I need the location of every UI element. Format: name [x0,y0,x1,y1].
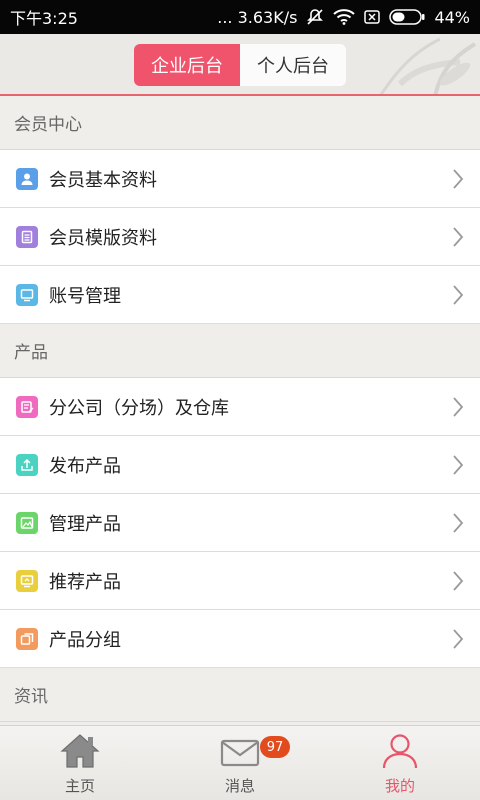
tab-me[interactable]: 我的 [320,726,480,800]
tab-enterprise-backend[interactable]: 企业后台 [134,44,240,86]
document-icon [16,225,38,248]
list-item-manage-products[interactable]: 管理产品 [0,494,480,552]
battery-level: 44% [434,7,470,27]
list-item-publish-product[interactable]: 发布产品 [0,436,480,494]
mute-icon [306,8,324,26]
status-indicators: ... 3.63K/s 44% [217,8,470,27]
chevron-right-icon [453,397,464,417]
chevron-right-icon [453,455,464,475]
network-speed: ... 3.63K/s [217,7,298,27]
wifi-icon [333,9,356,25]
unread-badge: 97 [260,736,290,758]
list-item-label: 产品分组 [49,629,121,651]
battery-icon [389,9,425,25]
header: 企业后台 个人后台 [0,34,480,96]
list-item-branches-warehouse[interactable]: 分公司（分场）及仓库 [0,378,480,436]
edit-icon [16,395,38,418]
list-item-label: 会员模版资料 [49,227,157,249]
list-item-label: 会员基本资料 [49,169,157,191]
sim-off-icon [364,9,381,25]
person-icon [382,734,418,769]
mail-icon [220,739,260,767]
chevron-right-icon [453,285,464,305]
user-icon [16,167,38,190]
list-item-label: 推荐产品 [49,571,121,593]
monitor-icon [16,283,38,306]
status-time: 下午3:25 [10,9,78,28]
list-item-member-basic-info[interactable]: 会员基本资料 [0,150,480,208]
list-item-member-template-info[interactable]: 会员模版资料 [0,208,480,266]
chevron-right-icon [453,629,464,649]
list-item-label: 管理产品 [49,513,121,535]
list-item-product-groups[interactable]: 产品分组 [0,610,480,668]
bottom-tab-bar: 主页 消息 97 我的 [0,725,480,800]
list-item-label: 发布产品 [49,455,121,477]
chevron-right-icon [453,169,464,189]
chevron-right-icon [453,513,464,533]
chevron-right-icon [453,227,464,247]
copy-icon [16,627,38,650]
list-item-label: 分公司（分场）及仓库 [49,397,229,419]
menu-list: 会员中心 会员基本资料 会员模版资料 账号管理 产品 分公司（分场）及仓库 发布 [0,96,480,725]
status-bar: 下午3:25 ... 3.63K/s 44% [0,0,480,34]
chevron-right-icon [453,571,464,591]
image-icon [16,511,38,534]
home-icon [60,734,100,768]
list-item-recommend-products[interactable]: 推荐产品 [0,552,480,610]
tab-home-label: 主页 [64,777,95,795]
monitor-up-icon [16,569,38,592]
section-header-member: 会员中心 [0,96,480,150]
upload-icon [16,453,38,476]
list-item-account-management[interactable]: 账号管理 [0,266,480,324]
tab-me-label: 我的 [384,777,415,795]
tab-personal-backend[interactable]: 个人后台 [240,44,346,86]
list-item-label: 账号管理 [49,285,121,307]
section-header-products: 产品 [0,324,480,378]
backend-switch: 企业后台 个人后台 [134,44,346,86]
leaf-decoration-icon [379,37,477,94]
tab-messages-label: 消息 [224,777,255,795]
section-header-news: 资讯 [0,668,480,722]
tab-home[interactable]: 主页 [0,726,160,800]
tab-messages[interactable]: 消息 97 [160,726,320,800]
